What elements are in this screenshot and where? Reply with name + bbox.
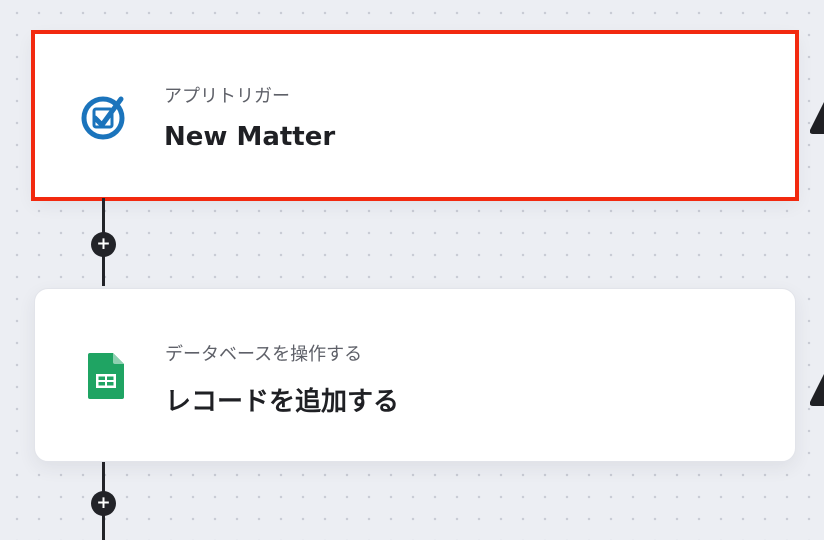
- trigger-category-label: アプリトリガー: [164, 86, 290, 107]
- add-step-button[interactable]: +: [91, 491, 116, 516]
- flow-canvas: アプリトリガー New Matter + データベースを操作する レコードを追加…: [0, 0, 824, 540]
- action-card[interactable]: データベースを操作する レコードを追加する: [34, 288, 796, 462]
- action-category-label: データベースを操作する: [165, 344, 363, 365]
- warning-triangle-icon: [810, 102, 824, 134]
- google-sheets-icon: [88, 353, 124, 399]
- warning-triangle-icon: [810, 374, 824, 406]
- clio-checkmark-icon: [81, 96, 125, 140]
- trigger-card[interactable]: アプリトリガー New Matter: [31, 30, 799, 201]
- add-step-button[interactable]: +: [91, 232, 116, 257]
- action-title: レコードを追加する: [165, 387, 400, 417]
- trigger-title: New Matter: [164, 122, 336, 152]
